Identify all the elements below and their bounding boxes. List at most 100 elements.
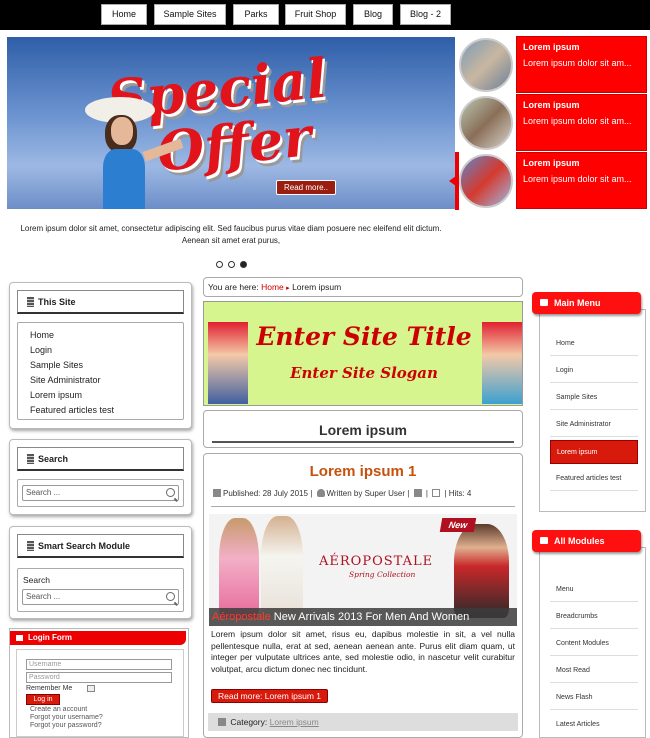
- slide-thumb-text: Lorem ipsum dolor sit am...: [523, 174, 632, 184]
- image-figure-3: [454, 524, 509, 618]
- main-menu-item-site-administrator[interactable]: Site Administrator: [550, 413, 638, 437]
- site-slogan: Enter Site Slogan: [290, 364, 438, 382]
- slide-dot-2[interactable]: [228, 261, 235, 268]
- username-field[interactable]: Username: [26, 659, 172, 670]
- this-site-item-site-administrator[interactable]: Site Administrator: [30, 373, 114, 388]
- smart-search-title: Smart Search Module: [38, 541, 131, 551]
- smart-search-placeholder: Search ...: [26, 592, 61, 601]
- nav-blog[interactable]: Blog: [353, 4, 393, 25]
- heading-divider: [212, 441, 514, 443]
- image-brand: AÉROPOSTALE: [319, 554, 434, 569]
- module-item-latest-articles[interactable]: Latest Articles: [550, 713, 638, 737]
- slideshow-main-image[interactable]: Special Offer: [7, 37, 455, 209]
- image-caption-strip: Aéropostale New Arrivals 2013 For Men An…: [209, 608, 517, 626]
- slide-thumb-1[interactable]: Lorem ipsum Lorem ipsum dolor sit am...: [459, 36, 647, 93]
- slide-thumb-image: [459, 154, 513, 208]
- smart-search-frame: Search Search ...: [17, 568, 184, 612]
- module-item-most-read[interactable]: Most Read: [550, 659, 638, 683]
- main-menu-item-login[interactable]: Login: [550, 359, 638, 383]
- search-input[interactable]: Search ...: [22, 485, 179, 501]
- breadcrumb-prefix: You are here:: [208, 282, 259, 292]
- this-site-module: This Site Home Login Sample Sites Site A…: [9, 282, 192, 429]
- slide-dot-1[interactable]: [216, 261, 223, 268]
- slide-thumb-panel: Lorem ipsum Lorem ipsum dolor sit am...: [516, 152, 647, 209]
- chat-icon: [540, 299, 548, 306]
- image-figure-2: [261, 516, 303, 618]
- breadcrumb-home-link[interactable]: Home: [261, 282, 284, 292]
- article-published: Published: 28 July 2015: [223, 489, 308, 498]
- nav-home[interactable]: Home: [101, 4, 147, 25]
- document-icon: [27, 297, 34, 307]
- this-site-item-sample-sites[interactable]: Sample Sites: [30, 358, 114, 373]
- main-menu-item-featured-articles[interactable]: Featured articles test: [550, 467, 638, 491]
- this-site-item-featured-articles[interactable]: Featured articles test: [30, 403, 114, 418]
- page-heading-box: Lorem ipsum: [203, 410, 523, 448]
- slide-thumb-text: Lorem ipsum dolor sit am...: [523, 116, 632, 126]
- page-heading: Lorem ipsum: [319, 422, 407, 438]
- search-icon[interactable]: [166, 592, 175, 601]
- print-icon[interactable]: [413, 489, 422, 497]
- main-menu-item-home[interactable]: Home: [550, 332, 638, 356]
- module-item-menu[interactable]: Menu: [550, 578, 638, 602]
- main-menu-item-sample-sites[interactable]: Sample Sites: [550, 386, 638, 410]
- create-account-link[interactable]: Create an account: [30, 706, 87, 713]
- smart-search-heading: Smart Search Module: [17, 534, 184, 558]
- this-site-menu: Home Login Sample Sites Site Administrat…: [30, 328, 114, 418]
- article-read-more-button[interactable]: Read more: Lorem ipsum 1: [211, 689, 328, 703]
- this-site-list-frame: Home Login Sample Sites Site Administrat…: [17, 322, 184, 420]
- search-frame: Search ...: [17, 479, 184, 507]
- top-navigation-bar: Home Sample Sites Parks Fruit Shop Blog …: [0, 0, 650, 30]
- slide-thumb-2[interactable]: Lorem ipsum Lorem ipsum dolor sit am...: [459, 94, 647, 151]
- user-icon: [316, 489, 325, 497]
- this-site-item-home[interactable]: Home: [30, 328, 114, 343]
- article-title[interactable]: Lorem ipsum 1: [204, 463, 522, 480]
- slide-thumb-3[interactable]: Lorem ipsum Lorem ipsum dolor sit am...: [459, 152, 647, 209]
- nav-fruit-shop[interactable]: Fruit Shop: [285, 4, 346, 25]
- all-modules-heading: All Modules: [532, 530, 641, 552]
- module-item-breadcrumbs[interactable]: Breadcrumbs: [550, 605, 638, 629]
- breadcrumb-arrow-icon: ▸: [286, 285, 290, 292]
- password-field[interactable]: Password: [26, 672, 172, 683]
- image-caption-brand: Aéropostale: [212, 611, 271, 623]
- main-menu-module: Home Login Sample Sites Site Administrat…: [539, 309, 646, 512]
- slide-caption: Lorem ipsum dolor sit amet, consectetur …: [20, 224, 442, 245]
- module-item-content-modules[interactable]: Content Modules: [550, 632, 638, 656]
- site-banner: Enter Site Title Enter Site Slogan: [203, 301, 523, 406]
- document-icon: [27, 541, 34, 551]
- this-site-item-lorem-ipsum[interactable]: Lorem ipsum: [30, 388, 114, 403]
- calendar-icon: [213, 489, 221, 497]
- nav-sample-sites[interactable]: Sample Sites: [154, 4, 226, 25]
- slide-thumb-title: Lorem ipsum: [523, 158, 580, 168]
- category-link[interactable]: Lorem ipsum: [270, 717, 319, 727]
- slide-dot-3[interactable]: [240, 261, 247, 268]
- image-new-tag: New: [439, 518, 477, 532]
- forgot-password-link[interactable]: Forgot your password?: [30, 722, 102, 729]
- chat-icon: [540, 537, 548, 544]
- dress-shape: [103, 149, 145, 209]
- nav-parks[interactable]: Parks: [233, 4, 279, 25]
- login-heading: Login Form: [10, 631, 186, 645]
- slide-read-more-button[interactable]: Read more..: [276, 180, 336, 195]
- login-button[interactable]: Log in: [26, 694, 60, 705]
- module-item-news-flash[interactable]: News Flash: [550, 686, 638, 710]
- remember-me-label: Remember Me: [26, 685, 73, 692]
- forgot-username-link[interactable]: Forgot your username?: [30, 714, 103, 721]
- this-site-title: This Site: [38, 297, 76, 307]
- slide-thumb-title: Lorem ipsum: [523, 100, 580, 110]
- nav-blog-2[interactable]: Blog - 2: [400, 4, 451, 25]
- login-title: Login Form: [28, 633, 72, 642]
- slide-thumb-image: [459, 38, 513, 92]
- main-menu-title: Main Menu: [554, 298, 601, 308]
- main-menu-item-lorem-ipsum[interactable]: Lorem ipsum: [550, 440, 638, 464]
- article-hits: Hits: 4: [448, 489, 472, 498]
- remember-me-checkbox[interactable]: [87, 685, 95, 692]
- all-modules-module: Menu Breadcrumbs Content Modules Most Re…: [539, 547, 646, 738]
- site-title: Enter Site Title: [256, 322, 472, 351]
- search-icon[interactable]: [166, 488, 175, 497]
- this-site-item-login[interactable]: Login: [30, 343, 114, 358]
- article-author: Written by Super User: [326, 489, 406, 498]
- email-icon[interactable]: [432, 489, 441, 497]
- smart-search-input[interactable]: Search ...: [22, 589, 179, 605]
- article-meta: Published: 28 July 2015 | Written by Sup…: [211, 489, 471, 498]
- article-item: Lorem ipsum 1 Published: 28 July 2015 | …: [203, 453, 523, 738]
